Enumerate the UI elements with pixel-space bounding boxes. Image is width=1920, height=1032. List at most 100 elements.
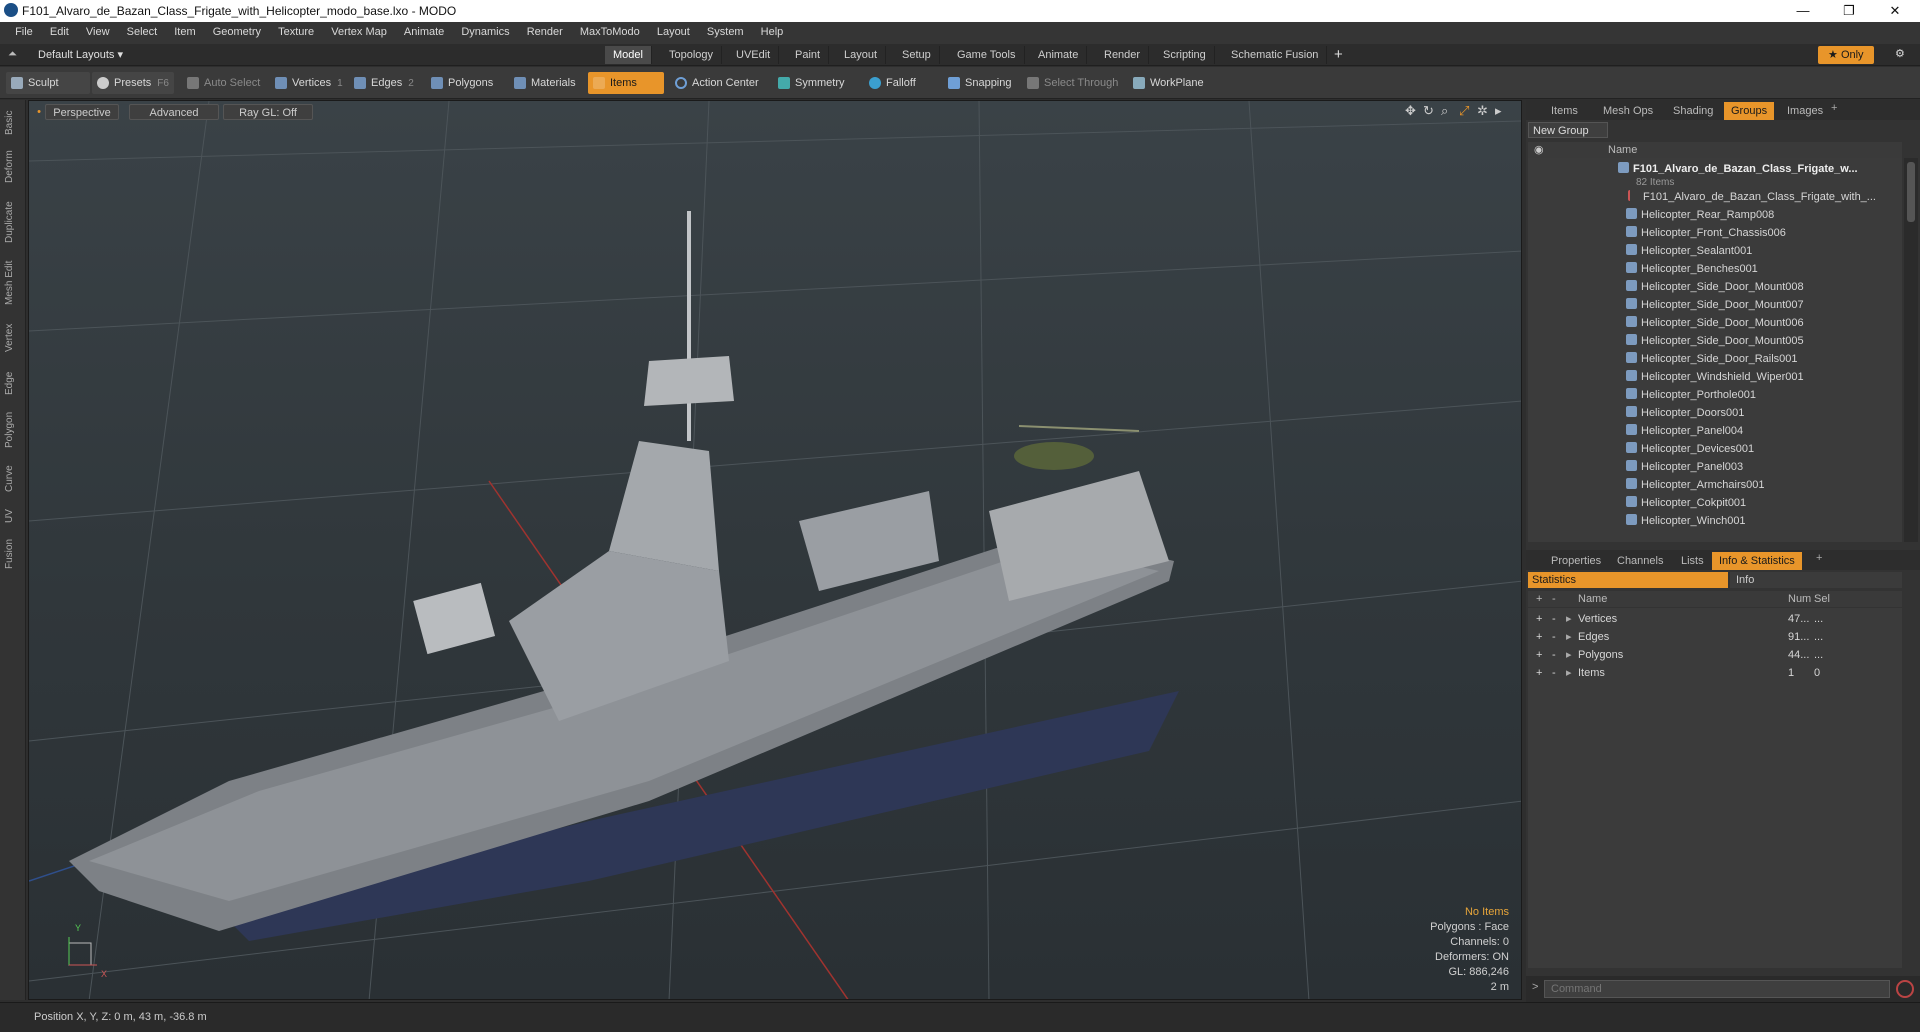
new-group-button[interactable]: New Group: [1528, 122, 1608, 138]
name-column-header[interactable]: Name: [1608, 142, 1637, 158]
tab-info-statistics[interactable]: Info & Statistics: [1712, 552, 1802, 570]
collapse-minus-icon[interactable]: -: [1552, 610, 1556, 628]
select-through-button[interactable]: Select Through: [1022, 72, 1124, 94]
stats-row[interactable]: + - ▸ Items 1 0: [1528, 664, 1902, 682]
vtab-edge[interactable]: Edge: [4, 366, 22, 400]
tab-channels[interactable]: Channels: [1610, 552, 1670, 570]
snapping-button[interactable]: Snapping: [943, 72, 1018, 94]
vtab-mesh-edit[interactable]: Mesh Edit: [4, 256, 22, 310]
group-item[interactable]: Helicopter_Side_Door_Mount007: [1626, 296, 1902, 314]
group-item[interactable]: Helicopter_Cokpit001: [1626, 494, 1902, 512]
action-center-button[interactable]: Action Center: [670, 72, 765, 94]
tab-lists[interactable]: Lists: [1674, 552, 1711, 570]
settings-icon[interactable]: ✲: [1477, 103, 1488, 119]
menu-maxtomodo[interactable]: MaxToModo: [573, 22, 647, 44]
collapse-minus-icon[interactable]: -: [1552, 664, 1556, 682]
workplane-button[interactable]: WorkPlane: [1128, 72, 1210, 94]
edges-button[interactable]: Edges 2: [349, 72, 420, 94]
tab-render[interactable]: Render: [1096, 46, 1150, 64]
info-subtab[interactable]: Info: [1730, 572, 1902, 588]
expand-plus-icon[interactable]: +: [1536, 628, 1542, 646]
tab-groups[interactable]: Groups: [1724, 102, 1775, 120]
default-layouts-dropdown[interactable]: Default Layouts ▾: [38, 48, 123, 61]
tab-model[interactable]: Model: [605, 46, 652, 64]
menu-system[interactable]: System: [700, 22, 751, 44]
auto-select-button[interactable]: Auto Select: [182, 72, 266, 94]
group-item[interactable]: Helicopter_Benches001: [1626, 260, 1902, 278]
add-panel-tab-icon[interactable]: +: [1831, 102, 1837, 114]
menu-select[interactable]: Select: [120, 22, 165, 44]
stats-num-header[interactable]: Num: [1788, 591, 1811, 607]
add-tab-button[interactable]: +: [1334, 46, 1343, 63]
minimize-button[interactable]: —: [1780, 0, 1826, 22]
triangle-icon[interactable]: ▸: [1566, 664, 1572, 682]
group-item[interactable]: F101_Alvaro_de_Bazan_Class_Frigate_with_…: [1628, 188, 1902, 206]
menu-geometry[interactable]: Geometry: [206, 22, 268, 44]
vertices-button[interactable]: Vertices 1: [270, 72, 349, 94]
tab-layout[interactable]: Layout: [836, 46, 887, 64]
group-item[interactable]: Helicopter_Sealant001: [1626, 242, 1902, 260]
fit-icon[interactable]: ⤢: [1459, 103, 1469, 119]
group-item[interactable]: Helicopter_Panel004: [1626, 422, 1902, 440]
vtab-deform[interactable]: Deform: [4, 146, 22, 188]
3d-viewport[interactable]: • Perspective Advanced Ray GL: Off ✥ ↻ ⌕…: [28, 100, 1522, 1000]
group-item[interactable]: Helicopter_Rear_Ramp008: [1626, 206, 1902, 224]
group-item[interactable]: Helicopter_Doors001: [1626, 404, 1902, 422]
stats-row[interactable]: + - ▸ Edges 91......: [1528, 628, 1902, 646]
viewport-menu-dot[interactable]: •: [37, 104, 41, 120]
group-item[interactable]: Helicopter_Panel003: [1626, 458, 1902, 476]
tab-uvedit[interactable]: UVEdit: [728, 46, 780, 64]
tab-topology[interactable]: Topology: [661, 46, 723, 64]
menu-edit[interactable]: Edit: [43, 22, 76, 44]
advanced-button[interactable]: Advanced: [129, 104, 219, 120]
menu-render[interactable]: Render: [520, 22, 570, 44]
group-item[interactable]: Helicopter_Front_Chassis006: [1626, 224, 1902, 242]
stats-name-header[interactable]: Name: [1578, 591, 1607, 607]
maximize-button[interactable]: ❐: [1826, 0, 1872, 22]
record-icon[interactable]: [1896, 980, 1914, 998]
menu-view[interactable]: View: [79, 22, 117, 44]
pan-icon[interactable]: ✥: [1405, 103, 1416, 119]
expand-plus-icon[interactable]: +: [1536, 610, 1542, 628]
items-button[interactable]: Items: [588, 72, 664, 94]
presets-button[interactable]: Presets F6: [92, 72, 174, 94]
group-item[interactable]: Helicopter_Winch001: [1626, 512, 1902, 530]
tab-setup[interactable]: Setup: [894, 46, 940, 64]
tab-images[interactable]: Images: [1780, 102, 1830, 120]
expand-right-icon[interactable]: ▸: [1495, 103, 1502, 119]
group-item[interactable]: Helicopter_Armchairs001: [1626, 476, 1902, 494]
stats-row[interactable]: + - ▸ Polygons 44......: [1528, 646, 1902, 664]
symmetry-button[interactable]: Symmetry: [773, 72, 851, 94]
tab-properties[interactable]: Properties: [1544, 552, 1608, 570]
raygl-button[interactable]: Ray GL: Off: [223, 104, 313, 120]
add-stats-tab-icon[interactable]: +: [1816, 552, 1822, 564]
tab-shading[interactable]: Shading: [1666, 102, 1720, 120]
group-item[interactable]: Helicopter_Devices001: [1626, 440, 1902, 458]
tab-schematic-fusion[interactable]: Schematic Fusion: [1223, 46, 1328, 64]
group-item[interactable]: Helicopter_Windshield_Wiper001: [1626, 368, 1902, 386]
vtab-curve[interactable]: Curve: [4, 460, 22, 498]
materials-button[interactable]: Materials: [509, 72, 582, 94]
group-item[interactable]: Helicopter_Side_Door_Mount006: [1626, 314, 1902, 332]
menu-layout[interactable]: Layout: [650, 22, 697, 44]
vtab-fusion[interactable]: Fusion: [4, 534, 22, 574]
tab-mesh-ops[interactable]: Mesh Ops: [1596, 102, 1660, 120]
close-button[interactable]: ✕: [1872, 0, 1918, 22]
group-item[interactable]: Helicopter_Side_Door_Mount008: [1626, 278, 1902, 296]
expand-icon[interactable]: ⏶: [8, 48, 17, 61]
vtab-vertex[interactable]: Vertex: [4, 318, 22, 358]
menu-texture[interactable]: Texture: [271, 22, 321, 44]
sculpt-button[interactable]: Sculpt: [6, 72, 90, 94]
stats-row[interactable]: + - ▸ Vertices 47......: [1528, 610, 1902, 628]
vtab-polygon[interactable]: Polygon: [4, 406, 22, 454]
polygons-button[interactable]: Polygons: [426, 72, 499, 94]
menu-animate[interactable]: Animate: [397, 22, 451, 44]
expand-plus-icon[interactable]: +: [1536, 664, 1542, 682]
tab-game-tools[interactable]: Game Tools: [949, 46, 1025, 64]
triangle-icon[interactable]: ▸: [1566, 628, 1572, 646]
menu-help[interactable]: Help: [754, 22, 791, 44]
triangle-icon[interactable]: ▸: [1566, 610, 1572, 628]
expand-plus-icon[interactable]: +: [1536, 646, 1542, 664]
tab-paint[interactable]: Paint: [787, 46, 830, 64]
gear-icon[interactable]: ⚙: [1895, 47, 1905, 60]
